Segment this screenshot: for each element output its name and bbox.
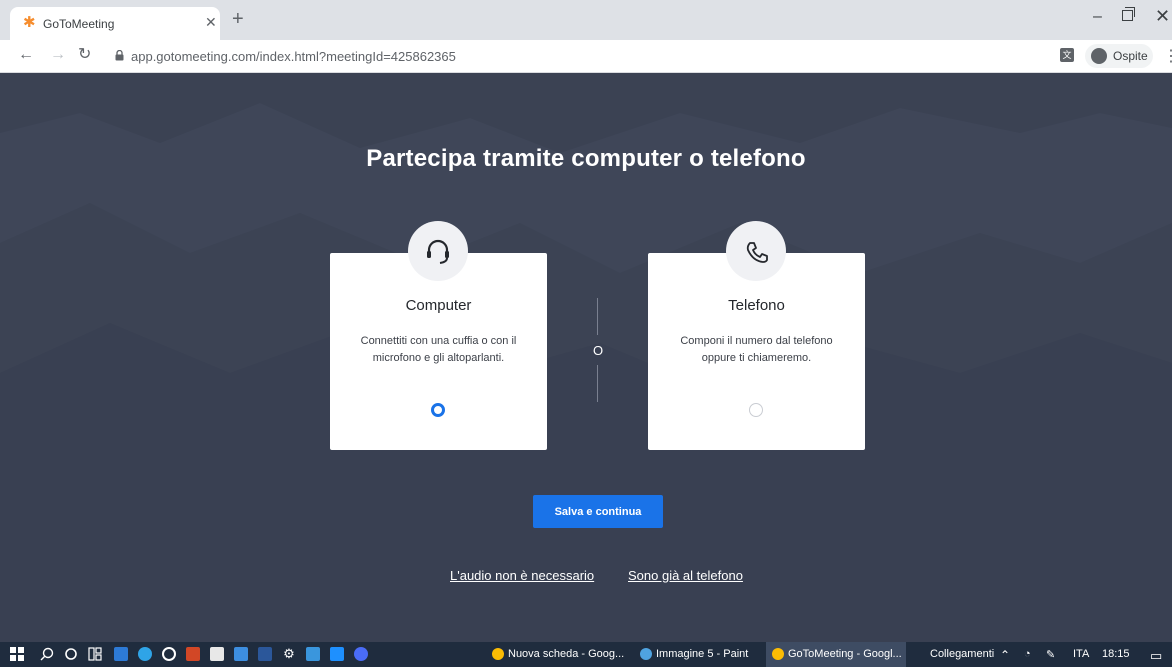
no-audio-link[interactable]: L'audio non è necessario [450, 568, 594, 583]
chrome-icon [772, 648, 784, 660]
taskbar-app-gotomeeting[interactable]: GoToMeeting - Googl... [766, 642, 906, 667]
telefono-radio[interactable] [749, 403, 763, 417]
taskbar-app-label: Immagine 5 - Paint [656, 648, 749, 660]
join-audio-page: Partecipa tramite computer o telefono Co… [0, 73, 1172, 642]
address-bar[interactable]: app.gotomeeting.com/index.html?meetingId… [107, 44, 957, 68]
store-icon[interactable] [210, 647, 224, 661]
chrome-icon [492, 648, 504, 660]
page-title: Partecipa tramite computer o telefono [366, 145, 806, 172]
save-and-continue-button[interactable]: Salva e continua [533, 495, 663, 528]
reload-icon[interactable]: ↻ [78, 46, 91, 64]
chevron-up-icon[interactable]: ⌃ [1000, 648, 1010, 662]
option-card-computer[interactable]: Computer Connettiti con una cuffia o con… [330, 221, 547, 450]
taskbar-app-paint[interactable]: Immagine 5 - Paint [640, 642, 760, 667]
option-card-telefono[interactable]: Telefono Componi il numero dal telefono … [648, 221, 865, 450]
pen-icon[interactable]: ✎ [1046, 648, 1055, 661]
option-title: Telefono [728, 297, 785, 314]
taskbar-app-new-tab[interactable]: Nuova scheda - Goog... [492, 642, 632, 667]
app-icon[interactable] [306, 647, 320, 661]
window-restore-icon[interactable] [1122, 7, 1135, 21]
window-close-icon[interactable]: ✕ [1155, 6, 1170, 27]
windows-taskbar: ⚙ Nuova scheda - Goog... Immagine 5 - Pa… [0, 642, 1172, 667]
language-indicator[interactable]: ITA [1073, 648, 1089, 660]
tab-title: GoToMeeting [43, 17, 115, 31]
divider-or: O [592, 343, 604, 358]
clock[interactable]: 18:15 [1102, 648, 1130, 660]
translate-icon[interactable]: 文 [1060, 48, 1074, 62]
paint-icon [640, 648, 652, 660]
browser-tab[interactable]: ✱ GoToMeeting ✕ [10, 7, 220, 40]
tray-links-label[interactable]: Collegamenti [930, 648, 994, 660]
profile-button[interactable]: Ospite [1085, 44, 1153, 68]
phone-icon-circle [726, 221, 786, 281]
outlook-icon[interactable] [330, 647, 344, 661]
computer-radio[interactable] [431, 403, 445, 417]
headset-icon [427, 239, 449, 264]
divider-bottom [597, 365, 598, 402]
powerpoint-icon[interactable] [186, 647, 200, 661]
option-description: Connettiti con una cuffia o con il micro… [360, 335, 517, 364]
edge-icon[interactable] [138, 647, 152, 661]
paint-icon[interactable] [234, 647, 248, 661]
file-explorer-icon[interactable] [114, 647, 128, 661]
divider-top [597, 298, 598, 335]
profile-name: Ospite [1113, 49, 1148, 63]
gotomeeting-favicon-icon: ✱ [23, 14, 36, 31]
network-icon[interactable]: ◔ [1024, 648, 1031, 660]
taskbar-app-label: GoToMeeting - Googl... [788, 648, 902, 660]
forward-icon[interactable]: → [50, 46, 66, 64]
browser-toolbar: ← → ↻ app.gotomeeting.com/index.html?mee… [0, 40, 1172, 73]
url-text: app.gotomeeting.com/index.html?meetingId… [131, 49, 456, 64]
browser-tabstrip: ✱ GoToMeeting ✕ + – ✕ [0, 0, 1172, 40]
skype-icon[interactable] [354, 647, 368, 661]
search-icon[interactable] [40, 647, 54, 661]
chrome-icon[interactable] [162, 647, 176, 661]
settings-icon[interactable]: ⚙ [282, 647, 296, 661]
option-description: Componi il numero dal telefono oppure ti… [680, 335, 833, 364]
taskbar-app-label: Nuova scheda - Goog... [508, 648, 625, 660]
word-icon[interactable] [258, 647, 272, 661]
lock-icon [115, 50, 124, 61]
task-view-icon[interactable] [88, 647, 102, 661]
window-minimize-icon[interactable]: – [1093, 8, 1102, 26]
already-on-phone-link[interactable]: Sono già al telefono [628, 568, 743, 583]
notifications-icon[interactable]: ▭ [1150, 648, 1162, 664]
phone-icon [746, 242, 768, 263]
cortana-icon[interactable] [64, 647, 78, 661]
browser-menu-icon[interactable]: ⋮ [1163, 46, 1172, 66]
option-title: Computer [405, 297, 472, 314]
back-icon[interactable]: ← [18, 46, 34, 64]
windows-start-icon[interactable] [10, 647, 24, 661]
headset-icon-circle [408, 221, 468, 281]
tab-close-icon[interactable]: ✕ [205, 15, 217, 29]
avatar-icon [1091, 48, 1107, 64]
new-tab-icon[interactable]: + [232, 9, 244, 29]
